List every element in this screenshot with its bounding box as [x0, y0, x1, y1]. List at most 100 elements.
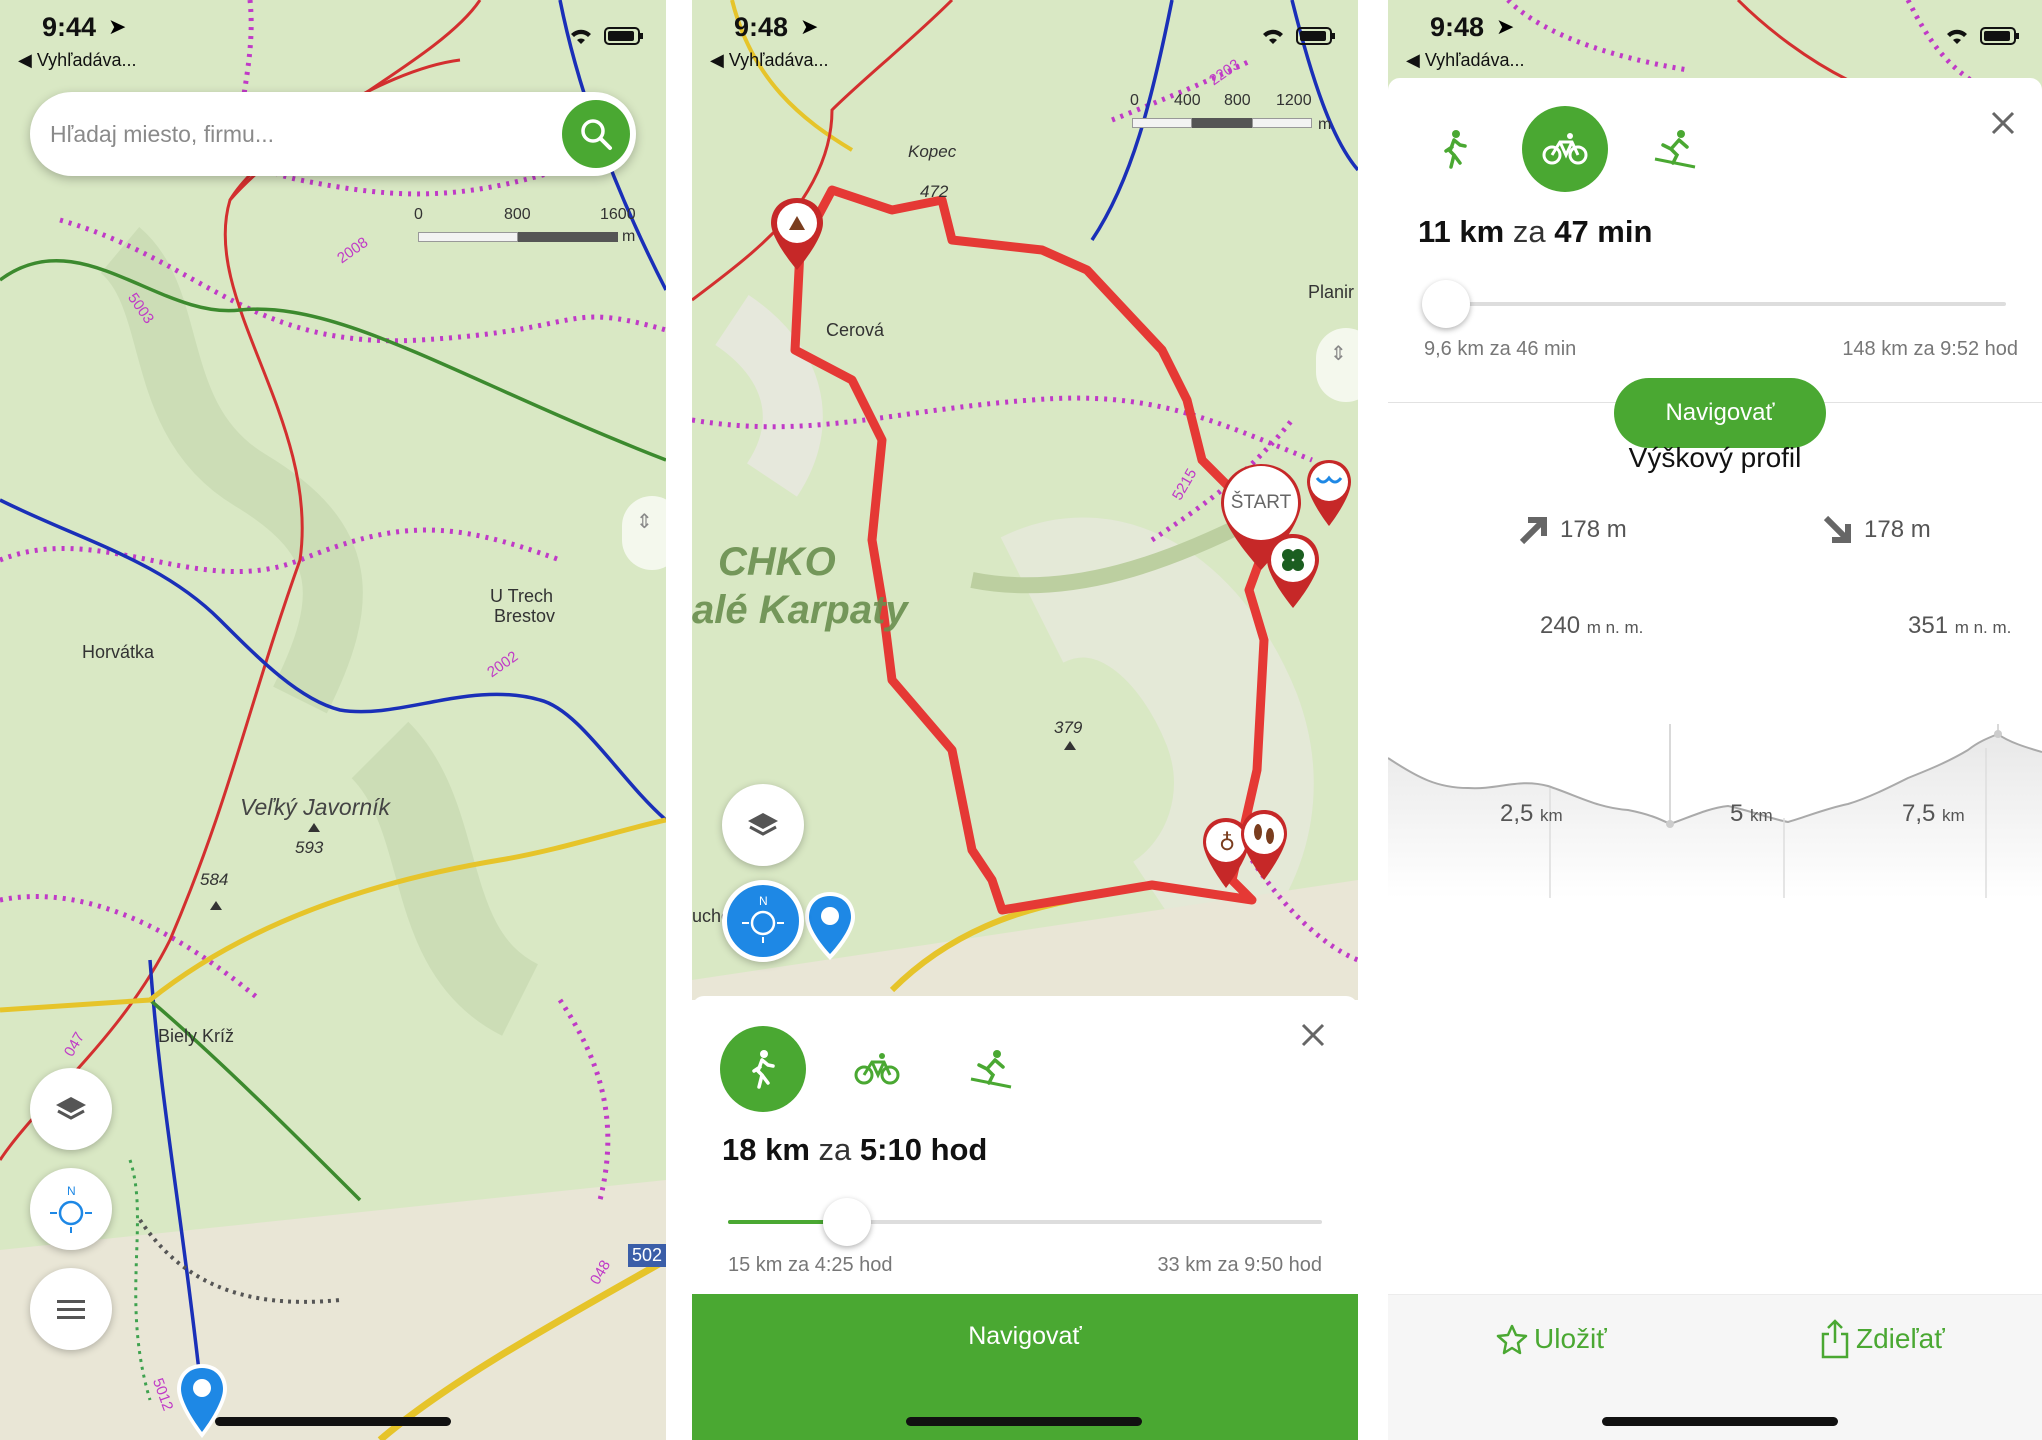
scale-tick-0: 0 — [414, 206, 423, 223]
min-elevation-unit: m n. m. — [1586, 618, 1644, 637]
back-to-app-link[interactable]: ◀ Vyhľadáva... — [18, 50, 137, 71]
route-summary: 11 km za 47 min — [1418, 214, 1652, 250]
route-detail-bike: 9:48 ➤ ◀ Vyhľadáva... 11 km za 47 min 9,… — [1388, 0, 2042, 1440]
status-bar: 9:48 ➤ ◀ Vyhľadáva... — [692, 0, 1358, 80]
descent-stat: 178 m — [1820, 514, 1931, 546]
map-scale-bar: 0 800 1600 m — [414, 206, 636, 246]
layers-button[interactable] — [30, 1068, 112, 1150]
scale-unit: m — [622, 228, 636, 245]
battery-icon — [604, 27, 643, 45]
status-bar: 9:48 ➤ ◀ Vyhľadáva... — [1388, 0, 2042, 80]
distance-slider-thumb[interactable] — [822, 1198, 871, 1246]
svg-text:N: N — [67, 1184, 76, 1198]
slider-max-label: 148 km za 9:52 hod — [1842, 338, 2018, 360]
search-button[interactable] — [562, 100, 630, 168]
map-label-biely-kriz: Biely Kríž — [158, 1026, 235, 1046]
map-label-brestov: Brestov — [494, 606, 556, 626]
footprints-pin-icon — [1241, 810, 1287, 880]
map-label-planir: Planir — [1308, 282, 1355, 302]
back-to-app-link[interactable]: ◀ Vyhľadáva... — [710, 50, 829, 71]
ascent-stat: 178 m — [1516, 514, 1627, 546]
map-label-elevation-584: 584 — [200, 870, 229, 889]
status-time: 9:44 — [42, 12, 97, 42]
compass-button[interactable]: N — [722, 880, 804, 962]
start-label: ŠTART — [1230, 492, 1292, 513]
map-label-elevation-472: 472 — [920, 182, 949, 201]
km-value: 2,5 — [1500, 800, 1534, 827]
map-scale-bar: 0 400 800 1200 m — [1130, 92, 1350, 136]
distance-slider-track[interactable] — [1424, 302, 2006, 306]
search-bar[interactable] — [30, 92, 636, 176]
min-elevation-value: 240 — [1540, 612, 1581, 639]
walking-icon — [752, 1050, 775, 1089]
layers-icon — [748, 813, 778, 836]
ski-icon — [970, 1050, 1012, 1089]
map-screen-search: U Trech Brestov Horvátka Veľký Javorník … — [0, 0, 666, 1440]
elevation-profile-title: Výškový profil — [1628, 442, 1802, 473]
side-panel-handle[interactable]: ⇕ — [622, 496, 666, 570]
km-unit: km — [1540, 806, 1563, 825]
svg-text:♁: ♁ — [1219, 831, 1235, 856]
navigate-label: Navigovať — [1665, 399, 1775, 426]
scale-tick-800: 800 — [504, 206, 531, 223]
compass-icon: N — [50, 1184, 92, 1233]
max-elevation-label: 351 m n. m. — [1908, 612, 2011, 640]
bicycle-icon — [1542, 133, 1588, 165]
search-input[interactable] — [50, 114, 530, 154]
route-duration: 5:10 hod — [859, 1132, 988, 1167]
battery-icon — [1980, 27, 2019, 45]
route-za: za — [1512, 214, 1546, 249]
min-elevation-label: 240 m n. m. — [1540, 612, 1643, 640]
menu-icon — [57, 1300, 85, 1319]
wifi-icon — [571, 29, 591, 44]
layers-button[interactable] — [722, 784, 804, 866]
ascent-value: 178 m — [1560, 516, 1627, 543]
save-button[interactable]: Uložiť — [1496, 1323, 1607, 1355]
menu-button[interactable] — [30, 1268, 112, 1350]
side-panel-handle[interactable]: ⇕ — [1316, 328, 1358, 402]
navigate-label: Navigovať — [968, 1322, 1082, 1350]
ski-mode-button[interactable] — [1632, 106, 1718, 192]
search-icon — [581, 119, 612, 150]
map-label-chko: CHKO — [718, 540, 836, 584]
close-icon[interactable] — [1988, 108, 2018, 138]
compass-button[interactable]: N — [30, 1168, 112, 1250]
slider-min-label: 15 km za 4:25 hod — [728, 1254, 893, 1276]
road-number-502: 502 — [628, 1244, 666, 1267]
map-label-elevation-593: 593 — [295, 838, 324, 857]
ski-mode-button[interactable] — [948, 1026, 1034, 1112]
star-icon — [1496, 1324, 1528, 1355]
km-mark-2-5: 2,5 km — [1500, 800, 1563, 828]
walk-mode-button[interactable] — [720, 1026, 806, 1112]
scale-tick-0: 0 — [1130, 92, 1139, 109]
map-label-male-karpaty: alé Karpaty — [692, 588, 908, 632]
layers-icon — [56, 1097, 86, 1120]
close-icon[interactable] — [1298, 1020, 1328, 1050]
scale-tick-1600: 1600 — [600, 206, 636, 223]
wifi-icon — [1947, 29, 1967, 44]
bike-mode-button[interactable] — [834, 1026, 920, 1112]
location-pin-icon — [805, 892, 855, 960]
walk-mode-button[interactable] — [1412, 106, 1498, 192]
map-screen-route-walk: Kopec 472 Cerová Planir CHKO alé Karpaty… — [692, 0, 1358, 1440]
bike-mode-button[interactable] — [1522, 106, 1608, 192]
km-unit: km — [1750, 806, 1773, 825]
ascent-arrow-icon — [1519, 517, 1547, 545]
distance-slider-thumb[interactable] — [1422, 280, 1470, 328]
status-bar: 9:44 ➤ ◀ Vyhľadáva... — [0, 0, 666, 80]
route-distance: 11 km — [1418, 214, 1505, 249]
peak-pin-icon — [771, 198, 823, 270]
km-unit: km — [1942, 806, 1965, 825]
route-panel: 18 km za 5:10 hod 15 km za 4:25 hod 33 k… — [692, 996, 1358, 1440]
scale-tick-400: 400 — [1174, 92, 1201, 109]
status-time: 9:48 — [734, 12, 789, 42]
scale-tick-800: 800 — [1224, 92, 1251, 109]
bicycle-icon — [854, 1053, 900, 1085]
share-button[interactable]: Zdieľať — [1820, 1319, 1945, 1359]
navigate-button[interactable]: Navigovať — [1614, 378, 1826, 448]
map-label-elevation-379: 379 — [1054, 718, 1083, 737]
max-elevation-unit: m n. m. — [1954, 618, 2012, 637]
compass-icon: N — [742, 894, 784, 943]
km-value: 7,5 — [1902, 800, 1936, 827]
back-to-app-link[interactable]: ◀ Vyhľadáva... — [1406, 50, 1525, 71]
